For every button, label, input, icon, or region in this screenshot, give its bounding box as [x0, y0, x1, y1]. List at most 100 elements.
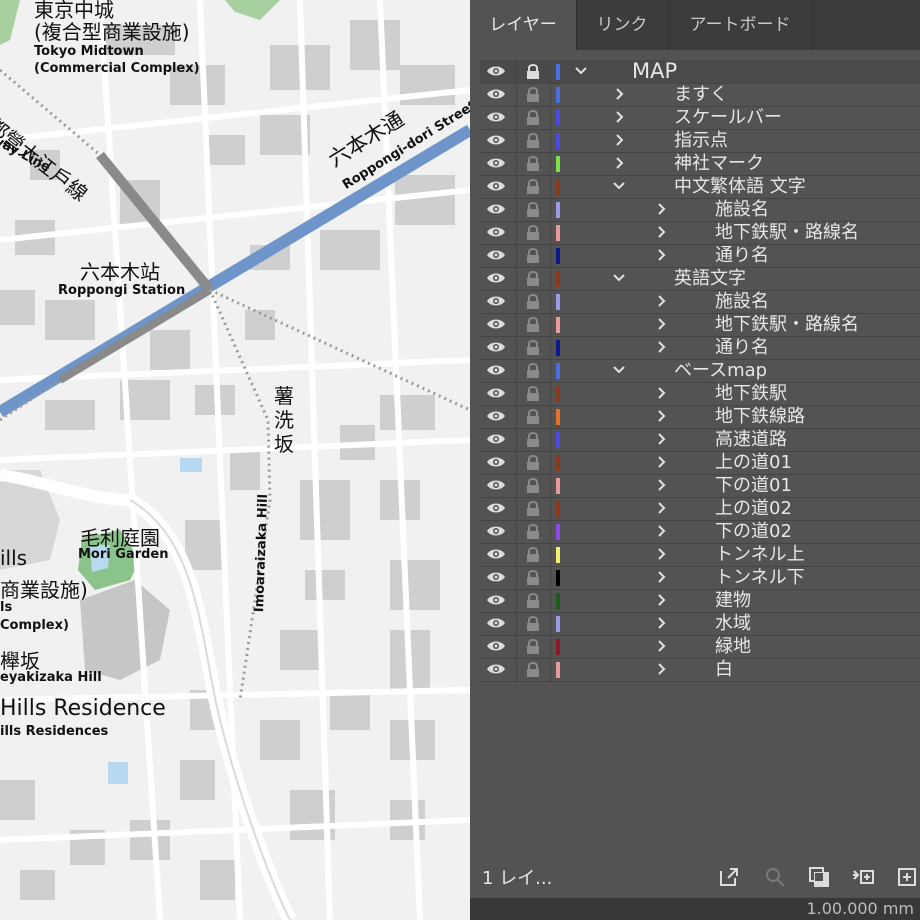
layer-name[interactable]: ベースmap [674, 359, 767, 382]
layer-row[interactable]: 神社マーク [480, 152, 920, 176]
layer-row[interactable]: 中文繁体語 文字 [480, 175, 920, 199]
layer-row[interactable]: 建物 [480, 589, 920, 613]
eye-icon[interactable] [486, 593, 506, 607]
layer-name[interactable]: 地下鉄駅・路線名 [715, 221, 859, 244]
chevron-down-icon[interactable] [612, 270, 626, 286]
lock-icon[interactable] [526, 132, 540, 149]
lock-icon[interactable] [526, 224, 540, 241]
layer-name[interactable]: 施設名 [715, 198, 769, 221]
layer-row[interactable]: 通り名 [480, 336, 920, 360]
eye-icon[interactable] [486, 202, 506, 216]
lock-icon[interactable] [526, 546, 540, 563]
chevron-right-icon[interactable] [654, 316, 668, 332]
eye-icon[interactable] [486, 317, 506, 331]
chevron-right-icon[interactable] [654, 454, 668, 470]
lock-icon[interactable] [526, 477, 540, 494]
chevron-right-icon[interactable] [654, 569, 668, 585]
layer-name[interactable]: 地下鉄駅・路線名 [715, 313, 859, 336]
eye-icon[interactable] [486, 248, 506, 262]
layer-row[interactable]: 下の道01 [480, 474, 920, 498]
eye-icon[interactable] [486, 501, 506, 515]
eye-icon[interactable] [486, 294, 506, 308]
layer-name[interactable]: 神社マーク [674, 152, 764, 175]
lock-icon[interactable] [526, 63, 540, 80]
layer-row[interactable]: 緑地 [480, 635, 920, 659]
layer-name[interactable]: ますく [674, 83, 728, 106]
layer-row[interactable]: 白 [480, 658, 920, 682]
chevron-right-icon[interactable] [654, 477, 668, 493]
lock-icon[interactable] [526, 155, 540, 172]
eye-icon[interactable] [486, 179, 506, 193]
layer-row[interactable]: 地下鉄駅 [480, 382, 920, 406]
eye-icon[interactable] [486, 133, 506, 147]
layer-name[interactable]: トンネル上 [715, 543, 805, 566]
chevron-right-icon[interactable] [654, 638, 668, 654]
layer-row[interactable]: 地下鉄駅・路線名 [480, 313, 920, 337]
lock-icon[interactable] [526, 569, 540, 586]
new-sublayer-icon[interactable] [852, 866, 874, 888]
layer-row[interactable]: 指示点 [480, 129, 920, 153]
layer-row[interactable]: ベースmap [480, 359, 920, 383]
lock-icon[interactable] [526, 86, 540, 103]
layer-name[interactable]: 地下鉄線路 [715, 405, 805, 428]
chevron-down-icon[interactable] [612, 362, 626, 378]
chevron-right-icon[interactable] [612, 86, 626, 102]
layer-name[interactable]: トンネル下 [715, 566, 805, 589]
layer-name[interactable]: 施設名 [715, 290, 769, 313]
layer-row[interactable]: 施設名 [480, 198, 920, 222]
layer-row[interactable]: 地下鉄駅・路線名 [480, 221, 920, 245]
eye-icon[interactable] [486, 64, 506, 78]
chevron-right-icon[interactable] [654, 408, 668, 424]
layer-name[interactable]: 下の道01 [715, 474, 792, 497]
layer-name[interactable]: 指示点 [674, 129, 728, 152]
eye-icon[interactable] [486, 409, 506, 423]
layer-row[interactable]: スケールバー [480, 106, 920, 130]
chevron-right-icon[interactable] [654, 201, 668, 217]
layer-name[interactable]: 下の道02 [715, 520, 792, 543]
lock-icon[interactable] [526, 454, 540, 471]
eye-icon[interactable] [486, 662, 506, 676]
layer-name[interactable]: MAP [632, 60, 677, 83]
eye-icon[interactable] [486, 524, 506, 538]
layer-name[interactable]: 地下鉄駅 [715, 382, 787, 405]
chevron-right-icon[interactable] [654, 546, 668, 562]
layer-row[interactable]: トンネル上 [480, 543, 920, 567]
chevron-down-icon[interactable] [574, 63, 588, 79]
chevron-right-icon[interactable] [654, 431, 668, 447]
eye-icon[interactable] [486, 271, 506, 285]
chevron-down-icon[interactable] [612, 178, 626, 194]
tab-links[interactable]: リンク [576, 0, 669, 50]
eye-icon[interactable] [486, 616, 506, 630]
lock-icon[interactable] [526, 201, 540, 218]
lock-icon[interactable] [526, 638, 540, 655]
lock-icon[interactable] [526, 316, 540, 333]
chevron-right-icon[interactable] [612, 109, 626, 125]
layer-row[interactable]: トンネル下 [480, 566, 920, 590]
chevron-right-icon[interactable] [654, 339, 668, 355]
layer-name[interactable]: 水域 [715, 612, 751, 635]
layer-name[interactable]: 通り名 [715, 244, 769, 267]
chevron-right-icon[interactable] [612, 132, 626, 148]
lock-icon[interactable] [526, 339, 540, 356]
lock-icon[interactable] [526, 385, 540, 402]
search-icon[interactable] [764, 866, 786, 888]
chevron-right-icon[interactable] [654, 247, 668, 263]
chevron-right-icon[interactable] [654, 615, 668, 631]
export-icon[interactable] [718, 866, 740, 888]
lock-icon[interactable] [526, 661, 540, 678]
eye-icon[interactable] [486, 432, 506, 446]
chevron-right-icon[interactable] [654, 661, 668, 677]
eye-icon[interactable] [486, 156, 506, 170]
layer-name[interactable]: スケールバー [674, 106, 782, 129]
chevron-right-icon[interactable] [654, 500, 668, 516]
layer-row[interactable]: ますく [480, 83, 920, 107]
layer-name[interactable]: 上の道01 [715, 451, 792, 474]
eye-icon[interactable] [486, 87, 506, 101]
lock-icon[interactable] [526, 109, 540, 126]
lock-icon[interactable] [526, 408, 540, 425]
chevron-right-icon[interactable] [654, 293, 668, 309]
layer-row[interactable]: 水域 [480, 612, 920, 636]
lock-icon[interactable] [526, 270, 540, 287]
layer-row[interactable]: 上の道02 [480, 497, 920, 521]
layer-name[interactable]: 英語文字 [674, 267, 746, 290]
